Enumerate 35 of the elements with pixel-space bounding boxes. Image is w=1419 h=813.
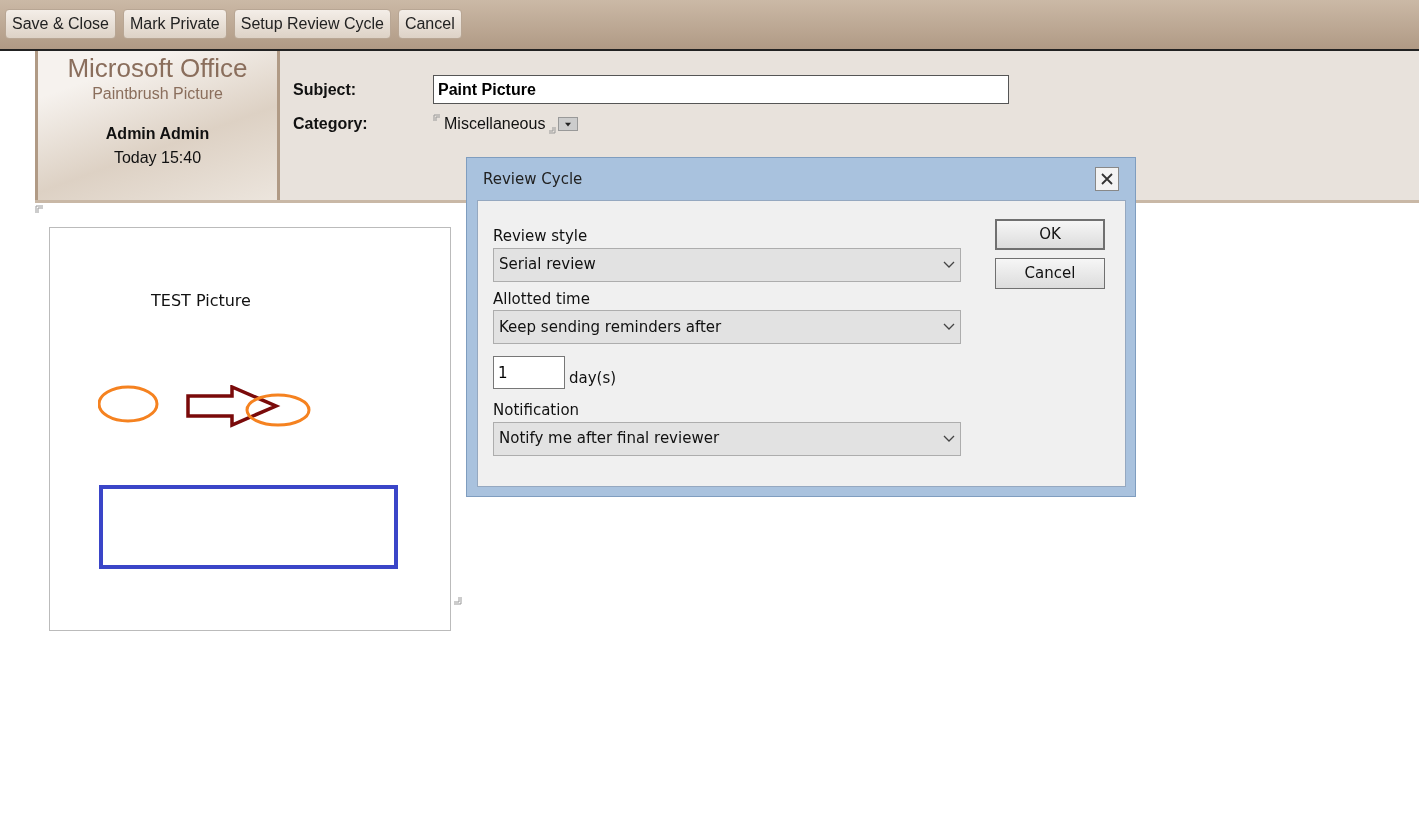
toolbar-button[interactable]: Setup Review Cycle [233, 9, 391, 39]
caret-down-icon [565, 121, 572, 127]
field-label: Review style [493, 226, 589, 247]
dropdown-select[interactable]: Serial review [493, 247, 961, 282]
timestamp: Today 15:40 [113, 148, 202, 169]
unit-label: day(s) [569, 367, 617, 389]
chevron-down-icon [943, 260, 955, 269]
category-value: Miscellaneous [444, 114, 546, 134]
subject-field[interactable]: Paint Picture [433, 75, 1009, 104]
author-name: Admin Admin [105, 124, 210, 145]
corner-mark-icon [454, 597, 462, 605]
dropdown-select[interactable]: Keep sending reminders after [493, 310, 961, 344]
app-title: Microsoft Office [67, 55, 248, 83]
close-icon [1101, 173, 1113, 185]
field-label: Category: [293, 114, 369, 134]
dropdown-select[interactable]: Notify me after final reviewer [493, 421, 961, 456]
dropdown-button[interactable] [558, 117, 579, 131]
toolbar-button[interactable]: Cancel [397, 9, 462, 39]
chevron-down-icon [943, 323, 955, 331]
corner-mark-icon [433, 114, 440, 121]
toolbar-button[interactable]: Mark Private [122, 9, 227, 39]
dialog-button[interactable]: OK [995, 219, 1105, 250]
field-label: Subject: [293, 79, 358, 100]
toolbar-button[interactable]: Save & Close [5, 9, 116, 39]
picture-caption: TEST Picture [151, 290, 251, 312]
days-field[interactable]: 1 [493, 356, 565, 389]
close-button[interactable] [1095, 167, 1119, 191]
corner-mark-icon [35, 205, 43, 213]
item-type: Paintbrush Picture [92, 84, 223, 105]
chevron-down-icon [943, 434, 955, 443]
field-label: Allotted time [493, 288, 591, 310]
field-label: Notification [493, 400, 581, 421]
dialog-button[interactable]: Cancel [995, 258, 1105, 289]
dialog-title: Review Cycle [483, 168, 583, 190]
corner-mark-icon [549, 127, 557, 134]
